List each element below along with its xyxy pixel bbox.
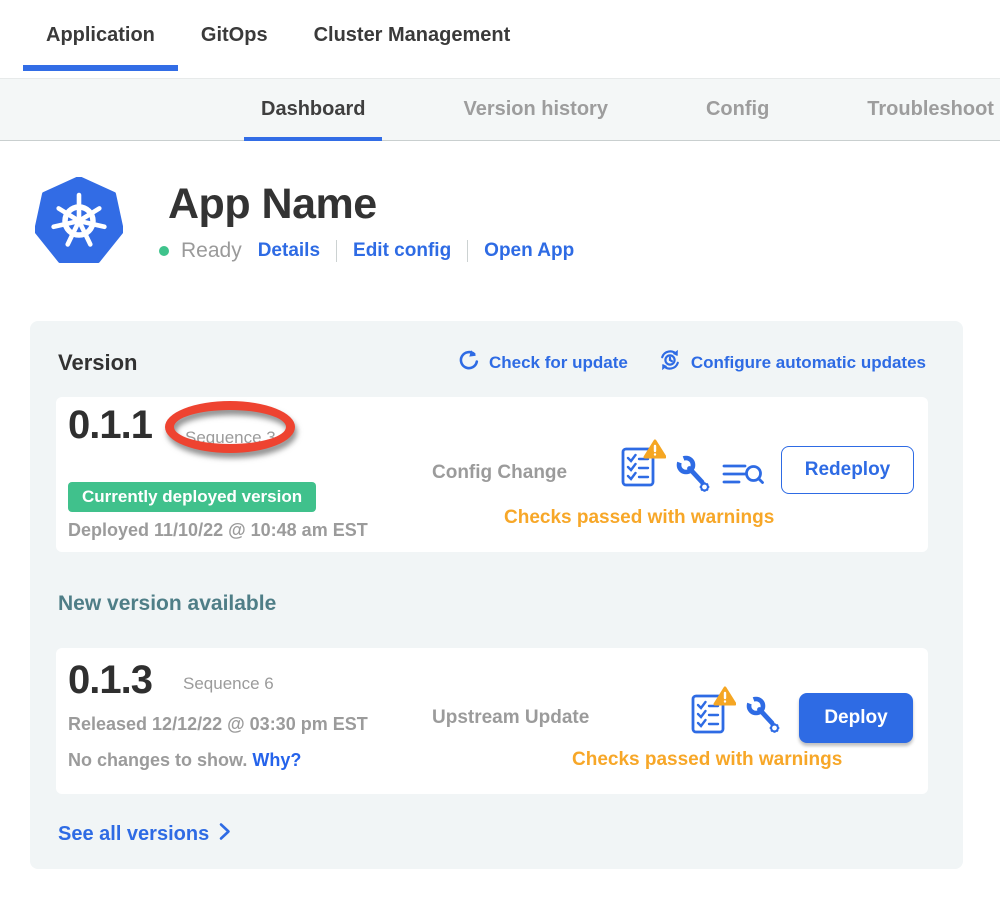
chevron-right-icon [218, 822, 231, 847]
current-checks-status: Checks passed with warnings [504, 507, 774, 529]
edit-config-link[interactable]: Edit config [353, 240, 451, 262]
preflight-checklist-warning-icon[interactable] [690, 684, 736, 745]
primary-nav: Application GitOps Cluster Management [0, 0, 1000, 71]
check-for-update-label: Check for update [489, 353, 628, 373]
divider [336, 240, 337, 262]
app-header: App Name Ready Details Edit config Open … [0, 177, 1000, 265]
tab-version-history[interactable]: Version history [446, 79, 625, 140]
tab-application[interactable]: Application [23, 0, 178, 71]
status-dot-icon [159, 246, 169, 256]
preflight-checklist-warning-icon[interactable] [620, 437, 666, 498]
see-all-versions-label: See all versions [58, 823, 209, 846]
current-change-type: Config Change [432, 462, 567, 484]
no-changes-text: No changes to show. Why? [68, 750, 301, 771]
tab-gitops[interactable]: GitOps [178, 0, 291, 71]
see-all-versions-link[interactable]: See all versions [58, 822, 231, 847]
new-version-number: 0.1.3 [68, 658, 152, 703]
divider [467, 240, 468, 262]
version-section-title: Version [58, 350, 137, 376]
new-sequence-label: Sequence 6 [183, 674, 274, 694]
released-timestamp: Released 12/12/22 @ 03:30 pm EST [68, 714, 368, 735]
app-nav: Dashboard Version history Config Trouble… [0, 78, 1000, 141]
new-version-card: 0.1.3 Sequence 6 Released 12/12/22 @ 03:… [56, 648, 928, 794]
config-wrench-icon[interactable] [676, 455, 712, 498]
configure-automatic-updates-label: Configure automatic updates [691, 353, 926, 373]
new-version-heading: New version available [58, 592, 963, 616]
page-title: App Name [168, 180, 574, 228]
new-checks-status: Checks passed with warnings [572, 749, 842, 771]
tab-dashboard[interactable]: Dashboard [244, 79, 382, 140]
version-panel: Version Check for update [30, 321, 963, 869]
refresh-icon [458, 349, 480, 376]
check-for-update-link[interactable]: Check for update [458, 349, 628, 376]
open-app-link[interactable]: Open App [484, 240, 574, 262]
current-version-number: 0.1.1 [68, 403, 152, 448]
current-version-card: 0.1.1 Sequence 3 Currently deployed vers… [56, 397, 928, 552]
currently-deployed-badge: Currently deployed version [68, 482, 316, 512]
view-files-search-icon[interactable] [722, 461, 764, 494]
deploy-button[interactable]: Deploy [799, 693, 913, 743]
deployed-timestamp: Deployed 11/10/22 @ 10:48 am EST [68, 520, 368, 541]
config-wrench-icon[interactable] [746, 696, 782, 739]
redeploy-button[interactable]: Redeploy [781, 446, 914, 494]
details-link[interactable]: Details [258, 240, 320, 262]
configure-automatic-updates-link[interactable]: Configure automatic updates [658, 348, 926, 377]
tab-cluster-management[interactable]: Cluster Management [291, 0, 534, 71]
tab-config[interactable]: Config [689, 79, 786, 140]
status-label: Ready [181, 239, 242, 263]
why-link[interactable]: Why? [252, 750, 301, 770]
no-changes-label: No changes to show. [68, 750, 252, 770]
auto-update-clock-icon [658, 348, 682, 377]
tab-troubleshoot[interactable]: Troubleshoot [850, 79, 1000, 140]
kubernetes-logo-icon [35, 177, 123, 265]
new-change-type: Upstream Update [432, 707, 589, 729]
app-status-row: Ready Details Edit config Open App [159, 239, 574, 263]
current-sequence-label: Sequence 3 [185, 428, 276, 448]
status-badge: Ready [159, 239, 242, 263]
